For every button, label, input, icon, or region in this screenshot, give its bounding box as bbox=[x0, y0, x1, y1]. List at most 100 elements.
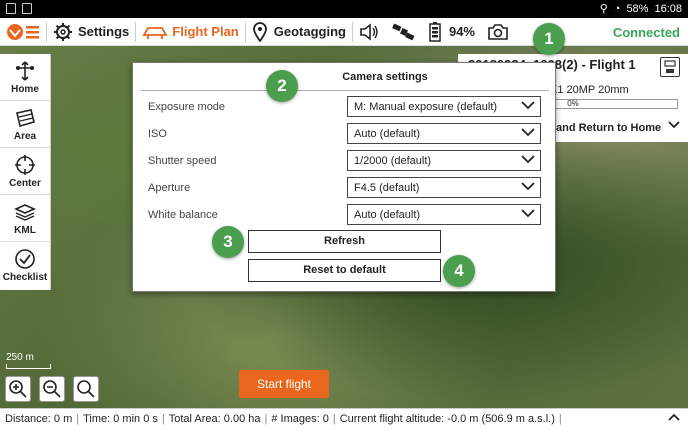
aperture-label: Aperture bbox=[148, 182, 191, 194]
sidebar-item-checklist[interactable]: Checklist bbox=[0, 242, 50, 289]
dialog-divider bbox=[141, 90, 549, 91]
camera-settings-button[interactable] bbox=[481, 18, 515, 46]
settings-button[interactable]: Settings bbox=[47, 18, 135, 46]
flight-plan-icon bbox=[142, 26, 168, 39]
geotagging-label: Geotagging bbox=[273, 24, 346, 39]
sidebar-item-home[interactable]: Home bbox=[0, 54, 50, 101]
images-text: # Images: 0 bbox=[271, 413, 329, 425]
iso-select[interactable]: Auto (default) bbox=[347, 123, 541, 144]
camera-model: X1 20MP 20mm bbox=[550, 84, 629, 96]
connection-status: Connected bbox=[612, 25, 680, 40]
save-button[interactable] bbox=[660, 57, 680, 77]
app-menu-button[interactable] bbox=[0, 18, 46, 46]
select-value: Auto (default) bbox=[354, 209, 421, 221]
chevron-down-icon bbox=[521, 154, 535, 167]
zoom-out-button[interactable] bbox=[39, 376, 65, 402]
aperture-row: Aperture F4.5 (default) bbox=[133, 176, 557, 200]
select-value: M: Manual exposure (default) bbox=[354, 101, 498, 113]
altitude-text: Current flight altitude: -0.0 m (506.9 m… bbox=[339, 413, 555, 425]
annotation-badge-2: 2 bbox=[266, 70, 298, 102]
annotation-badge-3: 3 bbox=[212, 226, 244, 258]
satellite-status bbox=[385, 18, 423, 46]
reset-to-default-button[interactable]: Reset to default bbox=[248, 259, 441, 282]
wifi-icon: ◔ bbox=[613, 2, 621, 15]
sidebar-label: Area bbox=[13, 130, 37, 142]
sidebar-label: Home bbox=[11, 83, 39, 95]
notification-icon bbox=[22, 3, 32, 14]
left-sidebar: Home Area Center KML Checklist bbox=[0, 54, 51, 290]
chevron-down-icon bbox=[521, 208, 535, 221]
exposure-mode-row: Exposure mode M: Manual exposure (defaul… bbox=[133, 95, 557, 119]
progress-text: 0% bbox=[567, 99, 579, 108]
bottom-status-bar: Distance: 0 m | Time: 0 min 0 s | Total … bbox=[0, 408, 688, 429]
exposure-mode-select[interactable]: M: Manual exposure (default) bbox=[347, 96, 541, 117]
select-value: F4.5 (default) bbox=[354, 182, 420, 194]
shutter-speed-label: Shutter speed bbox=[148, 155, 217, 167]
drone-battery-pct: 94% bbox=[448, 24, 475, 39]
sidebar-item-kml[interactable]: KML bbox=[0, 195, 50, 242]
settings-label: Settings bbox=[78, 24, 130, 39]
distance-text: Distance: 0 m bbox=[5, 413, 73, 425]
chevron-down-icon bbox=[668, 121, 680, 132]
location-icon: ⚲ bbox=[599, 3, 608, 15]
home-icon bbox=[16, 60, 34, 81]
app-logo-icon bbox=[7, 23, 39, 40]
aperture-select[interactable]: F4.5 (default) bbox=[347, 177, 541, 198]
zoom-in-button[interactable] bbox=[5, 376, 31, 402]
sidebar-label: Checklist bbox=[2, 272, 48, 283]
sidebar-item-center[interactable]: Center bbox=[0, 148, 50, 195]
drone-battery: 94% bbox=[423, 18, 481, 46]
select-value: 1/2000 (default) bbox=[354, 155, 432, 167]
top-toolbar: Settings Flight Plan Geotagging 94% Conn… bbox=[0, 18, 688, 46]
battery-text: 58% bbox=[626, 2, 649, 15]
select-value: Auto (default) bbox=[354, 128, 421, 140]
refresh-button[interactable]: Refresh bbox=[248, 230, 441, 253]
battery-icon bbox=[429, 21, 441, 42]
geotagging-tab[interactable]: Geotagging bbox=[246, 18, 352, 46]
notification-icon bbox=[6, 3, 16, 14]
area-icon bbox=[16, 108, 35, 127]
start-flight-button[interactable]: Start flight bbox=[239, 370, 329, 398]
iso-row: ISO Auto (default) bbox=[133, 122, 557, 146]
annotation-badge-4: 4 bbox=[443, 255, 475, 287]
chevron-down-icon bbox=[521, 181, 535, 194]
sound-button[interactable] bbox=[353, 18, 385, 46]
chevron-up-icon[interactable] bbox=[668, 412, 680, 424]
exposure-mode-label: Exposure mode bbox=[148, 101, 226, 113]
checklist-icon bbox=[15, 249, 35, 269]
white-balance-row: White balance Auto (default) bbox=[133, 203, 557, 227]
dialog-title: Camera settings bbox=[342, 71, 428, 83]
zoom-in-icon bbox=[9, 380, 27, 398]
area-text: Total Area: 0.00 ha bbox=[168, 413, 261, 425]
time-text: Time: 0 min 0 s bbox=[83, 413, 158, 425]
save-icon bbox=[664, 60, 676, 73]
status-notification-icons bbox=[6, 3, 32, 14]
map-scale-label: 250 m bbox=[6, 352, 34, 363]
map-scale-bar bbox=[6, 364, 51, 369]
kml-icon bbox=[14, 203, 36, 221]
map-pin-icon bbox=[252, 21, 267, 42]
shutter-speed-select[interactable]: 1/2000 (default) bbox=[347, 150, 541, 171]
zoom-out-icon bbox=[43, 380, 61, 398]
center-icon bbox=[15, 154, 35, 175]
camera-icon bbox=[488, 23, 508, 40]
chevron-down-icon bbox=[521, 127, 535, 140]
camera-settings-dialog: Camera settings Exposure mode M: Manual … bbox=[132, 62, 556, 292]
speaker-icon bbox=[360, 22, 378, 41]
flight-plan-tab[interactable]: Flight Plan bbox=[136, 18, 244, 46]
sidebar-item-area[interactable]: Area bbox=[0, 101, 50, 148]
white-balance-label: White balance bbox=[148, 209, 218, 221]
magnifier-icon bbox=[77, 380, 95, 398]
zoom-fit-button[interactable] bbox=[73, 376, 99, 402]
android-status-bar: ⚲ ◔ 58% 16:08 bbox=[0, 0, 688, 18]
flight-plan-label: Flight Plan bbox=[172, 24, 239, 39]
flight-mode-select[interactable]: and Return to Home bbox=[556, 122, 661, 134]
satellite-icon bbox=[392, 22, 415, 40]
shutter-speed-row: Shutter speed 1/2000 (default) bbox=[133, 149, 557, 173]
white-balance-select[interactable]: Auto (default) bbox=[347, 204, 541, 225]
chevron-down-icon bbox=[521, 100, 535, 113]
sidebar-label: KML bbox=[14, 224, 36, 236]
sidebar-label: Center bbox=[9, 177, 41, 189]
clock: 16:08 bbox=[654, 2, 682, 15]
gear-icon bbox=[54, 22, 72, 41]
